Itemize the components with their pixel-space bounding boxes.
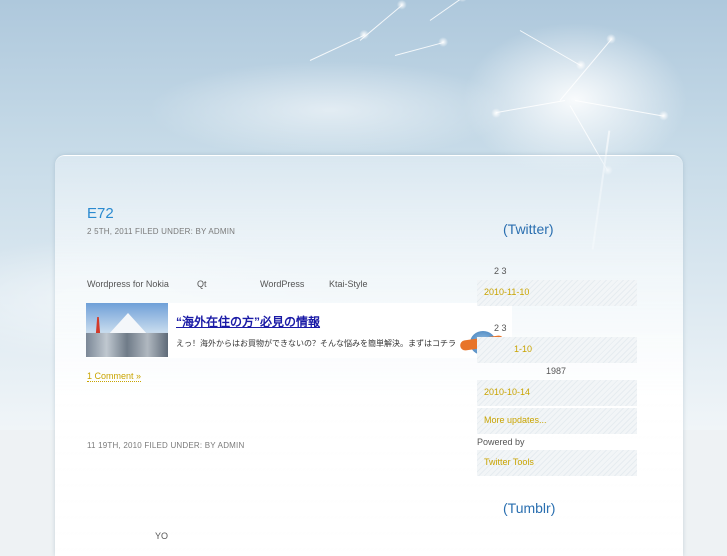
- tumblr-widget-title: (Tumblr): [503, 500, 556, 516]
- post-title-link[interactable]: E72: [87, 205, 114, 222]
- tweet-date-link[interactable]: 2010-11-10: [484, 287, 529, 297]
- powered-by-text: Powered by: [477, 437, 525, 447]
- more-updates-link[interactable]: More updates...: [484, 415, 547, 425]
- more-updates-box[interactable]: More updates...: [477, 408, 637, 434]
- tweet-date-box[interactable]: 2010-11-10: [477, 280, 637, 306]
- post-meta: 2 5TH, 2011 FILED UNDER: BY ADMIN: [87, 227, 235, 236]
- tag-link[interactable]: WordPress: [260, 279, 304, 289]
- tokyo-tower-thumbnail[interactable]: [86, 303, 168, 357]
- tweet-text: 1987: [546, 366, 567, 376]
- tweet-text: 2 3: [494, 266, 507, 276]
- post-date: 2 5TH, 2011 FILED UNDER:: [87, 227, 194, 236]
- tag-link[interactable]: Ktai-Style: [329, 279, 368, 289]
- post-date: 11 19TH, 2010 FILED UNDER:: [87, 441, 203, 450]
- tweet-date-box[interactable]: 1-10: [477, 337, 637, 363]
- post-body-text: YO: [155, 531, 169, 541]
- post-meta: 11 19TH, 2010 FILED UNDER: BY ADMIN: [87, 441, 244, 450]
- ad-banner-link[interactable]: “海外在住の方”必見の情報: [176, 313, 320, 330]
- tweet-date-link[interactable]: 1-10: [514, 344, 532, 354]
- post-author: BY ADMIN: [195, 227, 236, 236]
- twitter-tools-link[interactable]: Twitter Tools: [484, 457, 534, 467]
- post-author: BY ADMIN: [204, 441, 245, 450]
- tag-link[interactable]: Qt: [197, 279, 207, 289]
- ad-banner-text: えっ！海外からはお買物ができないの？そんな悩みを簡単解決。まずはコチラ: [176, 339, 456, 348]
- twitter-tools-box[interactable]: Twitter Tools: [477, 450, 637, 476]
- tweet-date-link[interactable]: 2010-10-14: [484, 387, 530, 397]
- tweet-date-box[interactable]: 2010-10-14: [477, 380, 637, 406]
- tag-link[interactable]: Wordpress for Nokia: [87, 279, 169, 289]
- comments-link[interactable]: 1 Comment »: [87, 371, 142, 382]
- twitter-widget-title: (Twitter): [503, 221, 554, 237]
- tweet-text: 2 3: [494, 323, 507, 333]
